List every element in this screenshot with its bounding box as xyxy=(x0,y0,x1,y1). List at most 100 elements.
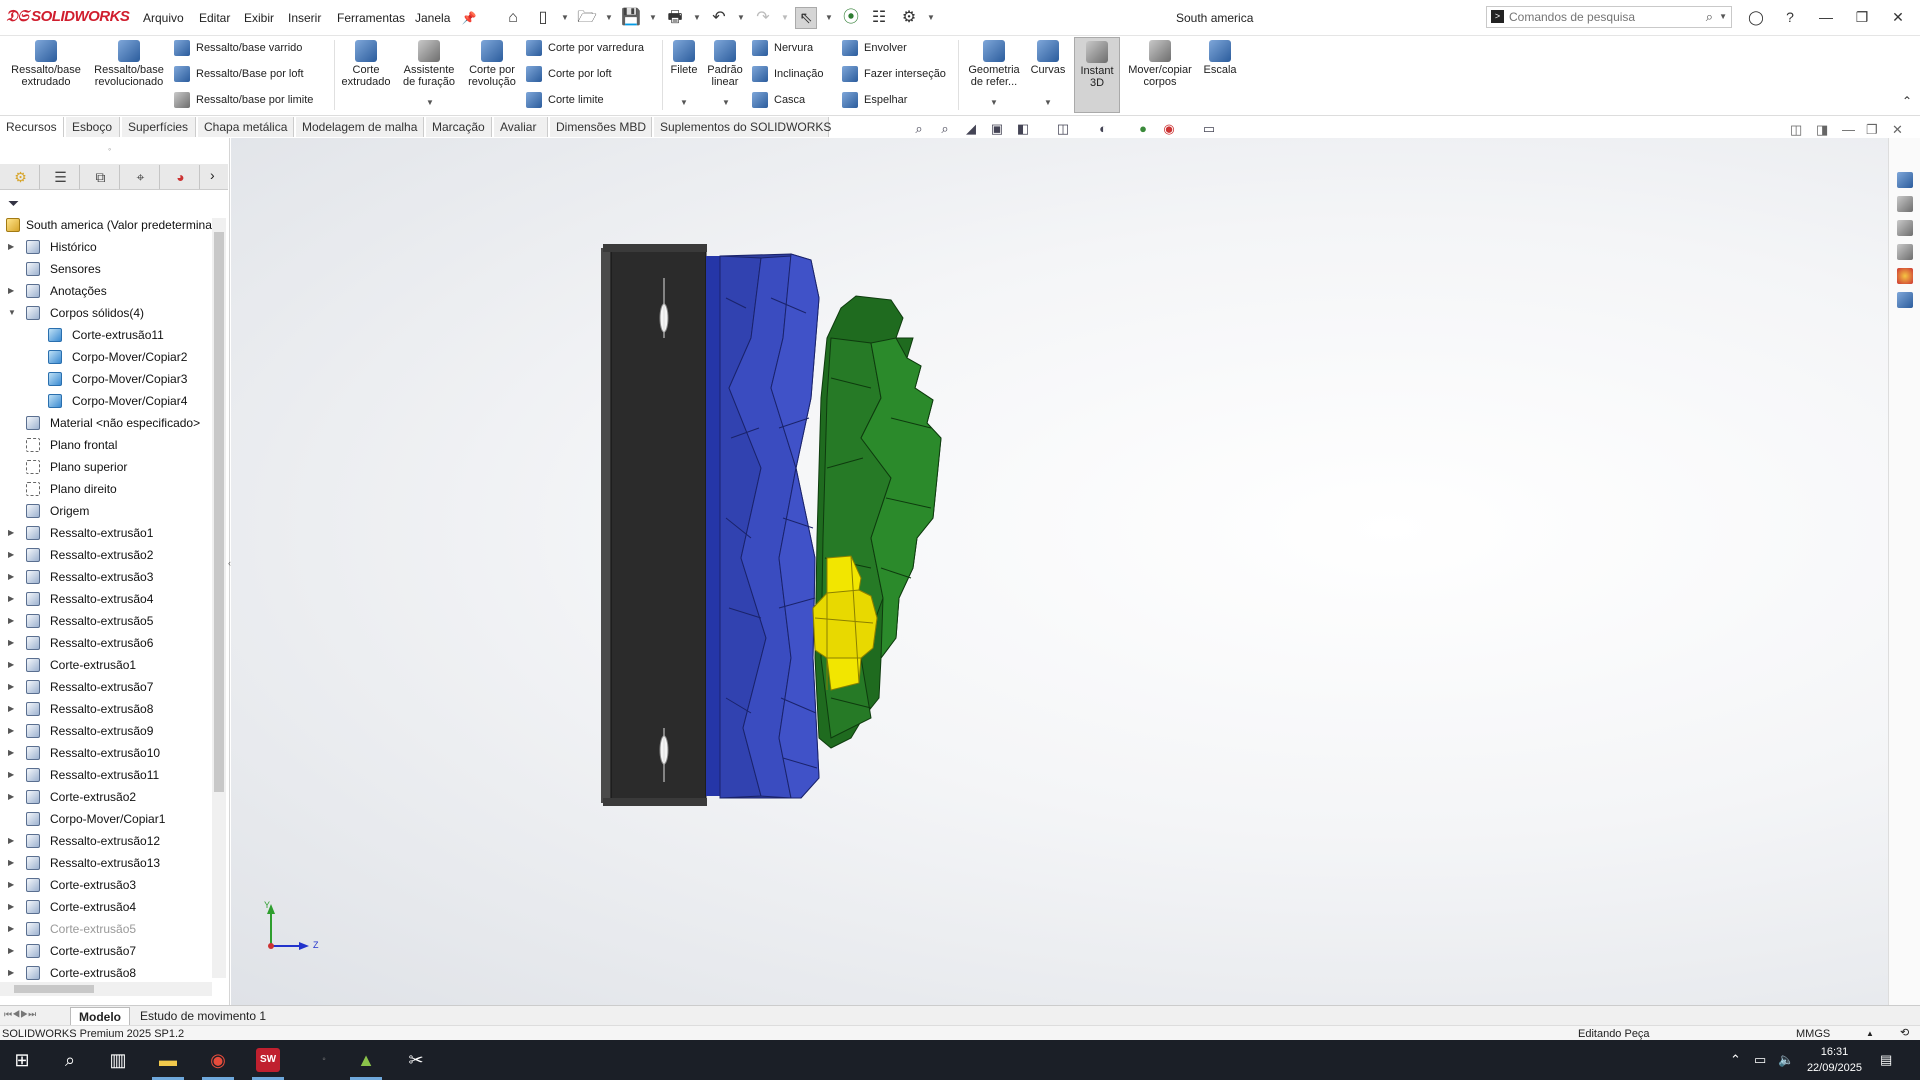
boundary-boss-button[interactable]: Ressalto/base por limite xyxy=(174,91,313,109)
filter-icon[interactable]: ⏷ xyxy=(8,195,19,212)
tree-item[interactable]: Corpo-Mover/Copiar3 xyxy=(0,368,212,390)
save-dropdown-icon[interactable]: ▼ xyxy=(649,13,657,22)
expand-arrow-icon[interactable]: ▶ xyxy=(8,940,18,962)
expand-arrow-icon[interactable]: ▶ xyxy=(8,852,18,874)
instant3d-button[interactable]: Instant 3D xyxy=(1074,37,1120,113)
previous-view-icon[interactable]: ◢ xyxy=(962,121,980,137)
dimxpert-tab-icon[interactable]: ⌖ xyxy=(122,165,160,189)
expand-arrow-icon[interactable]: ▶ xyxy=(8,544,18,566)
user-account-icon[interactable]: ◯ xyxy=(1742,6,1770,28)
tree-item[interactable]: Corpo-Mover/Copiar2 xyxy=(0,346,212,368)
solidworks-resources-icon[interactable] xyxy=(1897,172,1913,188)
redo-icon[interactable]: ↷ xyxy=(752,7,774,29)
tree-item[interactable]: ▶ Corte-extrusão7 xyxy=(0,940,212,962)
apply-scene-icon[interactable]: ◉ xyxy=(1160,121,1178,137)
move-copy-bodies-button[interactable]: Mover/copiar corpos xyxy=(1124,40,1196,88)
swept-cut-button[interactable]: Corte por varredura xyxy=(526,39,644,57)
expand-arrow-icon[interactable]: ▶ xyxy=(8,610,18,632)
tree-item[interactable]: ▶ Ressalto-extrusão6 xyxy=(0,632,212,654)
reference-geometry-dropdown-icon[interactable]: ▼ xyxy=(990,98,998,107)
network-icon[interactable]: ▭ xyxy=(1754,1052,1766,1068)
scale-button[interactable]: Escala xyxy=(1198,40,1242,76)
restore-window-button[interactable]: ❐ xyxy=(1848,6,1876,28)
solidworks-taskbar-icon[interactable]: SW xyxy=(256,1048,280,1072)
minimize-window-button[interactable]: — xyxy=(1812,6,1840,28)
open-dropdown-icon[interactable]: ▼ xyxy=(605,13,613,22)
print-dropdown-icon[interactable]: ▼ xyxy=(693,13,701,22)
tab-scroll-arrows-icon[interactable]: ⏮◀▶⏭ xyxy=(4,1009,36,1020)
options-gear-icon[interactable]: ⚙ xyxy=(898,7,920,29)
tree-item[interactable]: Corpo-Mover/Copiar1 xyxy=(0,808,212,830)
windows-start-icon[interactable]: ⊞ xyxy=(10,1048,34,1072)
search-icon[interactable]: ⌕ xyxy=(1706,9,1713,25)
curves-dropdown-icon[interactable]: ▼ xyxy=(1044,98,1052,107)
revolve-boss-button[interactable]: Ressalto/base revolucionado xyxy=(88,40,170,88)
expand-arrow-icon[interactable]: ▶ xyxy=(8,874,18,896)
print-icon[interactable]: 🖶 xyxy=(664,7,686,29)
expand-arrow-icon[interactable]: ▶ xyxy=(8,676,18,698)
select-cursor-icon[interactable]: ⇖ xyxy=(795,7,817,29)
hole-wizard-button[interactable]: Assistente de furação xyxy=(398,40,460,88)
file-explorer-icon[interactable] xyxy=(1897,220,1913,236)
loft-cut-button[interactable]: Corte por loft xyxy=(526,65,612,83)
open-folder-icon[interactable]: 🗁 xyxy=(576,7,598,29)
tab-superficies[interactable]: Superfícies xyxy=(122,117,196,137)
tab-dimensoes-mbd[interactable]: Dimensões MBD xyxy=(550,117,652,137)
tree-item[interactable]: Material <não especificado> xyxy=(0,412,212,434)
blue-body[interactable] xyxy=(706,253,820,799)
tree-item[interactable]: ▶ Corte-extrusão5 xyxy=(0,918,212,940)
select-dropdown-icon[interactable]: ▼ xyxy=(825,13,833,22)
panel-grip-icon[interactable]: ◦ xyxy=(108,144,111,154)
curves-button[interactable]: Curvas xyxy=(1028,40,1068,76)
units-dropdown-icon[interactable]: ▲ xyxy=(1866,1027,1874,1041)
tree-item[interactable]: ▶ Corte-extrusão2 xyxy=(0,786,212,808)
model-view[interactable] xyxy=(231,138,1888,1005)
new-document-icon[interactable]: ▯ xyxy=(532,7,554,29)
expand-arrow-icon[interactable]: ▶ xyxy=(8,962,18,984)
expand-arrow-icon[interactable]: ▶ xyxy=(8,654,18,676)
view-orientation-icon[interactable]: ◫ xyxy=(1054,121,1072,137)
home-icon[interactable]: ⌂ xyxy=(502,7,524,29)
custom-properties-icon[interactable] xyxy=(1897,292,1913,308)
view-settings-icon[interactable]: ▭ xyxy=(1200,121,1218,137)
loft-boss-button[interactable]: Ressalto/Base por loft xyxy=(174,65,304,83)
tab-estudo-de-movimento[interactable]: Estudo de movimento 1 xyxy=(132,1007,274,1025)
tree-horizontal-scrollbar[interactable] xyxy=(0,982,212,996)
volume-icon[interactable]: 🔈 xyxy=(1778,1052,1794,1068)
save-icon[interactable]: 💾 xyxy=(620,7,642,29)
tab-modelo[interactable]: Modelo xyxy=(70,1007,130,1025)
traffic-light-icon[interactable]: ⦿ xyxy=(840,7,862,29)
rib-button[interactable]: Nervura xyxy=(752,39,813,57)
tab-marcacao[interactable]: Marcação xyxy=(426,117,492,137)
taskbar-search-icon[interactable]: ⌕ xyxy=(58,1048,82,1072)
task-view-icon[interactable]: ▥ xyxy=(106,1048,130,1072)
tab-modelagem-de-malha[interactable]: Modelagem de malha xyxy=(296,117,424,137)
menu-arquivo[interactable]: Arquivo xyxy=(143,11,184,25)
tree-item[interactable]: ▶ Corte-extrusão3 xyxy=(0,874,212,896)
tree-item[interactable]: ▶ Ressalto-extrusão8 xyxy=(0,698,212,720)
tree-item[interactable]: ▶ Ressalto-extrusão1 xyxy=(0,522,212,544)
undo-icon[interactable]: ↶ xyxy=(708,7,730,29)
tree-item[interactable]: ▶ Histórico xyxy=(0,236,212,258)
fillet-dropdown-icon[interactable]: ▼ xyxy=(680,98,688,107)
tree-item[interactable]: ▶ Ressalto-extrusão3 xyxy=(0,566,212,588)
close-window-button[interactable]: ✕ xyxy=(1884,6,1912,28)
tree-item[interactable]: Origem xyxy=(0,500,212,522)
expand-arrow-icon[interactable]: ▶ xyxy=(8,786,18,808)
fillet-button[interactable]: Filete xyxy=(666,40,702,76)
undo-dropdown-icon[interactable]: ▼ xyxy=(737,13,745,22)
viewport-restore-button[interactable]: ❐ xyxy=(1866,122,1878,138)
expand-arrow-icon[interactable]: ▶ xyxy=(8,588,18,610)
tree-item[interactable]: Plano direito xyxy=(0,478,212,500)
zoom-to-area-icon[interactable]: ⌕ xyxy=(936,121,954,137)
expand-arrow-icon[interactable]: ▶ xyxy=(8,522,18,544)
extrude-cut-button[interactable]: Corte extrudado xyxy=(338,40,394,88)
extrude-boss-button[interactable]: Ressalto/base extrudado xyxy=(6,40,86,88)
expand-arrow-icon[interactable]: ▶ xyxy=(8,280,18,302)
tree-item[interactable]: ▶ Ressalto-extrusão9 xyxy=(0,720,212,742)
tree-item[interactable]: Corpo-Mover/Copiar4 xyxy=(0,390,212,412)
tray-overflow-icon[interactable]: ⌃ xyxy=(1730,1052,1741,1068)
scrollbar-thumb[interactable] xyxy=(214,232,224,792)
tree-item[interactable]: Sensores xyxy=(0,258,212,280)
menu-janela[interactable]: Janela xyxy=(415,11,450,25)
